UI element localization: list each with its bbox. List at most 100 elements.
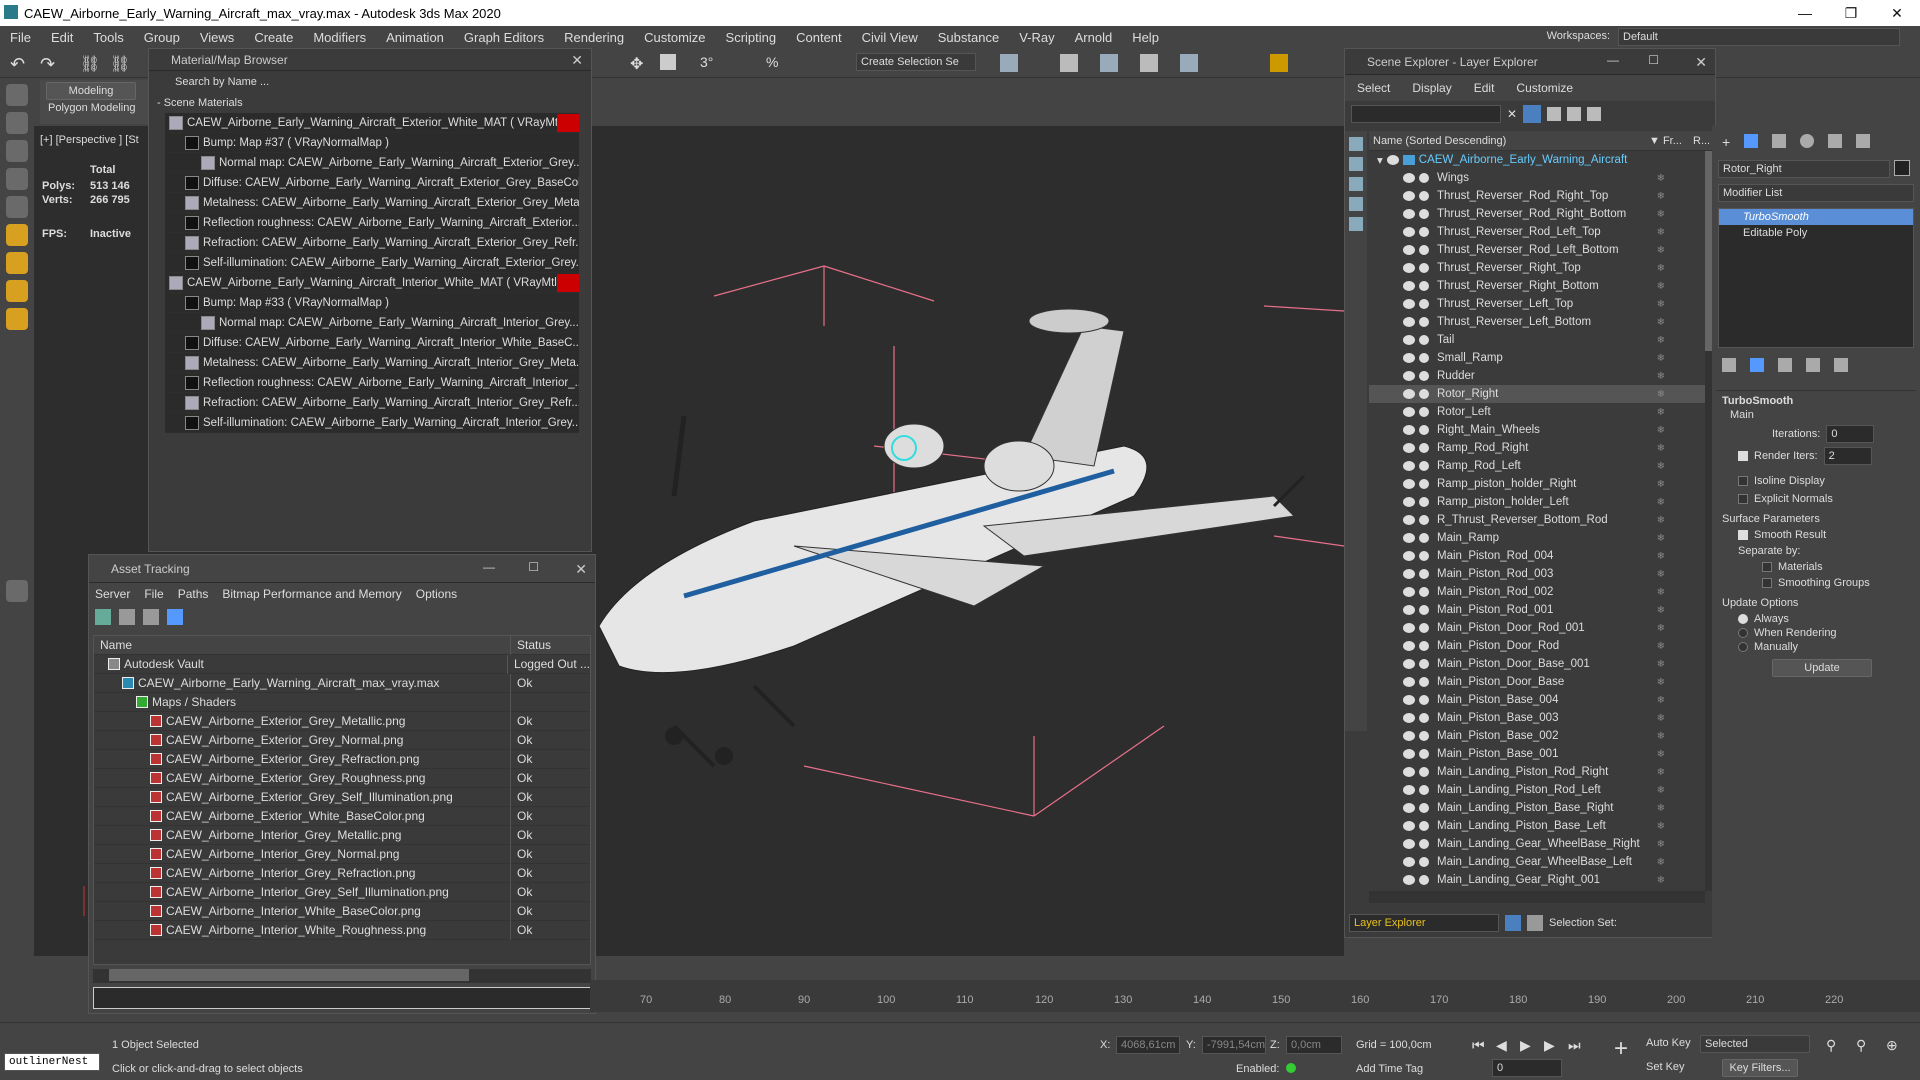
menu-create[interactable]: Create [254, 30, 293, 45]
render-tool-icon[interactable] [6, 196, 28, 218]
hierarchy-tab-icon[interactable] [1772, 134, 1787, 148]
visibility-icon[interactable] [1403, 173, 1415, 183]
x-coordinate[interactable]: 4068,61cm [1116, 1036, 1180, 1054]
visibility-icon[interactable] [1403, 785, 1415, 795]
isoline-checkbox[interactable] [1738, 476, 1748, 486]
se-menu-edit[interactable]: Edit [1474, 81, 1495, 95]
menu-civil-view[interactable]: Civil View [862, 30, 918, 45]
scene-object-row[interactable]: Main_Piston_Door_Rod_001 ❄ [1369, 619, 1705, 637]
filter-shapes-icon[interactable] [1349, 157, 1363, 171]
scene-object-row[interactable]: Tail ❄ [1369, 331, 1705, 349]
enabled-indicator-icon[interactable] [1286, 1063, 1296, 1073]
create-tab-icon[interactable]: + [1722, 134, 1730, 150]
asset-row[interactable]: CAEW_Airborne_Exterior_Grey_Roughness.pn… [94, 768, 590, 788]
filter-helpers-icon[interactable] [1349, 217, 1363, 231]
configure-sets-icon[interactable] [1834, 358, 1848, 372]
orbit-icon[interactable]: ⊕ [1886, 1037, 1898, 1054]
link-icon[interactable]: ⛓ [80, 54, 100, 74]
scene-object-row[interactable]: Main_Piston_Base_003 ❄ [1369, 709, 1705, 727]
menu-scripting[interactable]: Scripting [726, 30, 777, 45]
mirror-icon[interactable] [1000, 54, 1018, 72]
scene-materials-header[interactable]: - Scene Materials [149, 93, 591, 113]
asset-row[interactable]: CAEW_Airborne_Exterior_White_BaseColor.p… [94, 806, 590, 826]
freeze-icon[interactable]: ❄ [1657, 173, 1665, 184]
scene-object-row[interactable]: Rudder ❄ [1369, 367, 1705, 385]
visibility-icon[interactable] [1403, 533, 1415, 543]
sphere-tool-icon[interactable] [6, 224, 28, 246]
scene-object-row[interactable]: Main_Landing_Piston_Rod_Left ❄ [1369, 781, 1705, 799]
freeze-icon[interactable]: ❄ [1657, 515, 1665, 526]
when-rendering-radio[interactable] [1738, 628, 1748, 638]
selection-set-dropdown[interactable]: Create Selection Se [856, 53, 976, 71]
manually-radio[interactable] [1738, 642, 1748, 652]
render-iters-checkbox[interactable] [1738, 451, 1748, 461]
visibility-icon[interactable] [1403, 443, 1415, 453]
visibility-icon[interactable] [1403, 605, 1415, 615]
material-row[interactable]: Self-illumination: CAEW_Airborne_Early_W… [165, 253, 579, 273]
auto-key-button[interactable]: Auto Key [1646, 1037, 1691, 1049]
freeze-icon[interactable]: ❄ [1657, 425, 1665, 436]
freeze-icon[interactable]: ❄ [1657, 551, 1665, 562]
ribbon-icon[interactable] [1100, 54, 1118, 72]
visibility-icon[interactable] [1403, 389, 1415, 399]
material-row[interactable]: Metalness: CAEW_Airborne_Early_Warning_A… [165, 193, 579, 213]
asset-scrollbar[interactable] [93, 969, 591, 983]
scene-object-row[interactable]: Main_Landing_Gear_Right_001 ❄ [1369, 871, 1705, 889]
visibility-icon[interactable] [1403, 479, 1415, 489]
scene-object-row[interactable]: Thrust_Reverser_Rod_Left_Bottom ❄ [1369, 241, 1705, 259]
visibility-icon[interactable] [1403, 353, 1415, 363]
visibility-icon[interactable] [1403, 749, 1415, 759]
visibility-icon[interactable] [1403, 803, 1415, 813]
material-row[interactable]: Bump: Map #37 ( VRayNormalMap ) [165, 133, 579, 153]
undo-icon[interactable]: ↶ [10, 54, 25, 75]
freeze-icon[interactable]: ❄ [1657, 317, 1665, 328]
freeze-icon[interactable]: ❄ [1657, 281, 1665, 292]
expand-arrow-icon[interactable]: ▾ [1377, 153, 1383, 167]
freeze-icon[interactable]: ❄ [1657, 371, 1665, 382]
material-row[interactable]: CAEW_Airborne_Early_Warning_Aircraft_Int… [165, 273, 579, 293]
freeze-icon[interactable]: ❄ [1657, 497, 1665, 508]
gear-tool-icon[interactable] [6, 280, 28, 302]
material-row[interactable]: CAEW_Airborne_Early_Warning_Aircraft_Ext… [165, 113, 579, 133]
menu-arnold[interactable]: Arnold [1075, 30, 1113, 45]
go-end-icon[interactable]: ⏭ [1568, 1037, 1581, 1054]
timeline[interactable]: 70 80 90 100 110 120 130 140 150 160 170 180 190 200 2… [590, 980, 1920, 1012]
asset-row[interactable]: Maps / Shaders [94, 692, 590, 712]
freeze-icon[interactable]: ❄ [1657, 767, 1665, 778]
freeze-icon[interactable]: ❄ [1657, 875, 1665, 886]
scene-object-row[interactable]: Main_Ramp ❄ [1369, 529, 1705, 547]
zoom-all-icon[interactable]: ⚲ [1856, 1037, 1866, 1054]
freeze-icon[interactable]: ❄ [1657, 803, 1665, 814]
material-row[interactable]: Refraction: CAEW_Airborne_Early_Warning_… [165, 393, 579, 413]
asset-menu-paths[interactable]: Paths [178, 587, 209, 601]
modify-tab-icon[interactable] [1744, 134, 1759, 148]
prev-frame-icon[interactable]: ◀ [1496, 1037, 1507, 1054]
freeze-icon[interactable]: ❄ [1657, 407, 1665, 418]
freeze-icon[interactable]: ❄ [1657, 839, 1665, 850]
clear-search-icon[interactable]: ✕ [1507, 107, 1517, 121]
scene-object-row[interactable]: Ramp_piston_holder_Right ❄ [1369, 475, 1705, 493]
explicit-normals-checkbox[interactable] [1738, 494, 1748, 504]
menu-animation[interactable]: Animation [386, 30, 444, 45]
menu-group[interactable]: Group [144, 30, 180, 45]
scene-object-row[interactable]: Main_Piston_Rod_004 ❄ [1369, 547, 1705, 565]
freeze-icon[interactable]: ❄ [1657, 731, 1665, 742]
freeze-icon[interactable]: ❄ [1657, 623, 1665, 634]
make-unique-icon[interactable] [1778, 358, 1792, 372]
col-sorted-name[interactable]: Name (Sorted Descending) [1369, 135, 1649, 147]
asset-row[interactable]: CAEW_Airborne_Interior_Grey_Self_Illumin… [94, 882, 590, 902]
scene-object-row[interactable]: Ramp_Rod_Right ❄ [1369, 439, 1705, 457]
object-name-field[interactable]: Rotor_Right [1718, 160, 1890, 178]
close-icon[interactable]: ✕ [1874, 0, 1920, 26]
se-menu-select[interactable]: Select [1357, 81, 1390, 95]
visibility-icon[interactable] [1403, 497, 1415, 507]
select-tool-icon[interactable] [6, 84, 28, 106]
light-tool-icon[interactable] [6, 168, 28, 190]
visibility-icon[interactable] [1403, 299, 1415, 309]
next-frame-icon[interactable]: ▶ [1544, 1037, 1555, 1054]
visibility-icon[interactable] [1403, 407, 1415, 417]
scene-object-row[interactable]: Main_Piston_Door_Base ❄ [1369, 673, 1705, 691]
visibility-icon[interactable] [1403, 425, 1415, 435]
material-row[interactable]: Refraction: CAEW_Airborne_Early_Warning_… [165, 233, 579, 253]
render-iters-spinner[interactable]: 2 [1823, 447, 1872, 465]
